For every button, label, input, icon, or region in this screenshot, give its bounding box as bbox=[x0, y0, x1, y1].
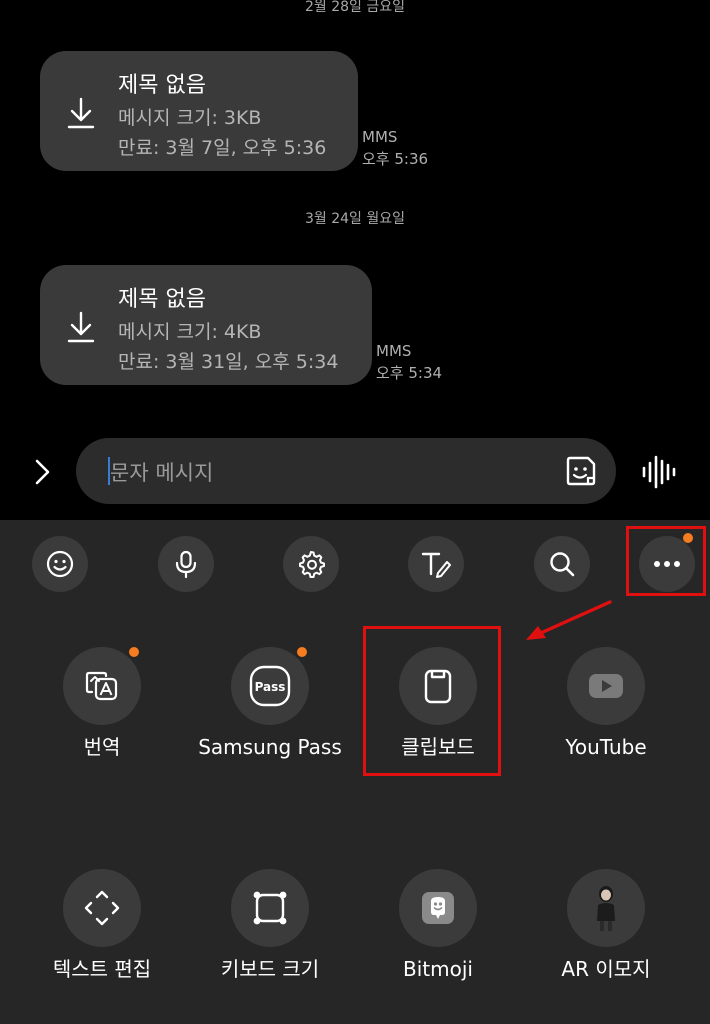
app-label: YouTube bbox=[565, 735, 647, 759]
app-text-edit[interactable]: 텍스트 편집 bbox=[17, 869, 187, 981]
annotation-arrow bbox=[526, 600, 612, 640]
settings-button[interactable] bbox=[283, 536, 339, 592]
handwriting-button[interactable] bbox=[408, 536, 464, 592]
new-badge bbox=[129, 647, 139, 657]
samsung-pass-icon: Pass bbox=[249, 665, 291, 707]
mms-message-bubble[interactable]: 제목 없음 메시지 크기: 4KB 만료: 3월 31일, 오후 5:34 bbox=[40, 265, 372, 385]
youtube-icon bbox=[589, 674, 623, 698]
app-label: Samsung Pass bbox=[198, 735, 342, 759]
app-clipboard[interactable]: 클립보드 bbox=[353, 647, 523, 759]
emoji-icon bbox=[46, 550, 74, 578]
svg-text:Pass: Pass bbox=[255, 680, 286, 694]
message-title: 제목 없음 bbox=[118, 73, 206, 98]
mic-icon bbox=[175, 550, 197, 579]
date-separator: 3월 24일 월요일 bbox=[304, 211, 406, 227]
sticker-icon[interactable] bbox=[564, 454, 598, 488]
app-samsung-pass[interactable]: Pass Samsung Pass bbox=[185, 647, 355, 759]
date-separator: 2월 28일 금요일 bbox=[304, 0, 406, 15]
download-icon bbox=[67, 311, 95, 343]
voice-typing-button[interactable] bbox=[158, 536, 214, 592]
message-time: 오후 5:36 bbox=[362, 150, 429, 168]
message-size: 메시지 크기: 4KB bbox=[118, 321, 262, 343]
app-label: 클립보드 bbox=[401, 735, 475, 759]
bitmoji-icon bbox=[422, 892, 454, 924]
app-translate[interactable]: 번역 bbox=[17, 647, 187, 759]
app-label: 텍스트 편집 bbox=[52, 957, 152, 981]
chevron-right-icon bbox=[35, 459, 50, 485]
message-meta: MMS 오후 5:34 bbox=[376, 340, 442, 384]
app-youtube[interactable]: YouTube bbox=[521, 647, 691, 759]
message-expiry: 만료: 3월 7일, 오후 5:36 bbox=[118, 137, 327, 159]
message-input[interactable]: 문자 메시지 bbox=[76, 438, 616, 504]
app-ar-emoji[interactable]: AR 이모지 bbox=[521, 869, 691, 981]
app-keyboard-size[interactable]: 키보드 크기 bbox=[185, 869, 355, 981]
annotation-highlight-more bbox=[626, 526, 706, 596]
download-icon bbox=[67, 97, 95, 129]
handwriting-icon bbox=[421, 552, 451, 578]
text-edit-icon bbox=[84, 890, 120, 926]
app-label: 번역 bbox=[83, 735, 121, 759]
message-title: 제목 없음 bbox=[118, 287, 206, 312]
search-button[interactable] bbox=[534, 536, 590, 592]
app-label: Bitmoji bbox=[403, 957, 473, 981]
voice-input-icon[interactable] bbox=[640, 454, 680, 490]
message-size: 메시지 크기: 3KB bbox=[118, 107, 262, 129]
clipboard-icon bbox=[424, 669, 452, 704]
mms-message-bubble[interactable]: 제목 없음 메시지 크기: 3KB 만료: 3월 7일, 오후 5:36 bbox=[40, 51, 358, 171]
message-type: MMS bbox=[376, 342, 412, 360]
gear-icon bbox=[299, 551, 325, 578]
emoji-button[interactable] bbox=[32, 536, 88, 592]
message-expiry: 만료: 3월 31일, 오후 5:34 bbox=[118, 351, 339, 373]
ar-emoji-icon bbox=[597, 886, 615, 931]
keyboard-panel: 번역 Pass Samsung Pass 클립보드 YouTube 텍스트 편집… bbox=[0, 520, 710, 1024]
search-icon bbox=[550, 552, 575, 577]
translate-icon bbox=[85, 671, 118, 701]
new-badge bbox=[297, 647, 307, 657]
message-time: 오후 5:34 bbox=[376, 364, 443, 382]
app-label: 키보드 크기 bbox=[220, 957, 320, 981]
app-label: AR 이모지 bbox=[561, 957, 651, 981]
keyboard-size-icon bbox=[253, 891, 287, 925]
message-type: MMS bbox=[362, 128, 398, 146]
message-meta: MMS 오후 5:36 bbox=[362, 126, 428, 170]
message-input-placeholder: 문자 메시지 bbox=[110, 461, 214, 485]
expand-button[interactable] bbox=[28, 454, 58, 490]
app-bitmoji[interactable]: Bitmoji bbox=[353, 869, 523, 981]
